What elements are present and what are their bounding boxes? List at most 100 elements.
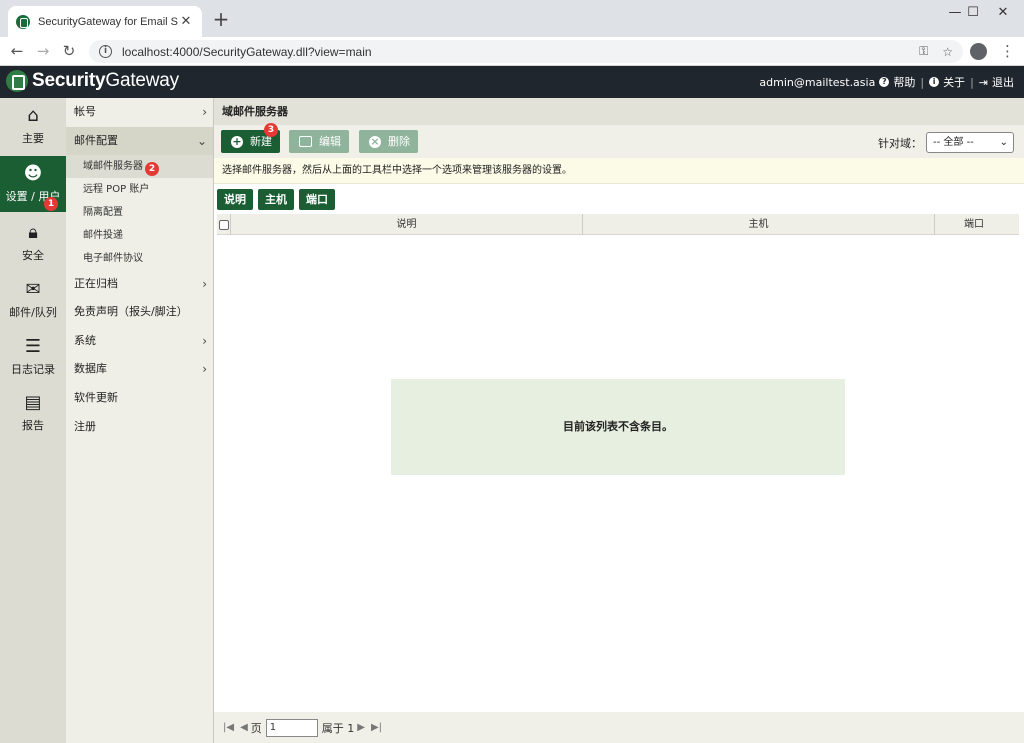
edit-icon <box>299 136 312 147</box>
reload-icon[interactable]: ↻ <box>58 42 80 62</box>
chevron-right-icon: › <box>202 334 207 348</box>
sidebar-item-label: 免责声明（报头/脚注） <box>74 305 188 318</box>
nav-security[interactable]: 🔒︎ 安全 <box>0 215 66 271</box>
prev-page-icon[interactable]: ◀ <box>240 722 248 733</box>
domain-filter: 针对域： -- 全部 -- ⌄ <box>878 132 1014 153</box>
domain-select[interactable]: -- 全部 -- ⌄ <box>926 132 1014 153</box>
nav-logging-label: 日志记录 <box>11 363 55 376</box>
chevron-right-icon: › <box>202 105 207 119</box>
report-icon: ▤ <box>24 392 42 413</box>
chevron-right-icon: › <box>202 277 207 291</box>
url-text: localhost:4000/SecurityGateway.dll?view=… <box>122 44 372 59</box>
col-toggle-port[interactable]: 端口 <box>299 189 335 210</box>
empty-list-message: 目前该列表不含条目。 <box>391 379 845 475</box>
app-header: SecurityGateway admin@mailtest.asia ? 帮助… <box>0 66 1024 98</box>
favicon-icon <box>16 14 30 29</box>
column-header-port[interactable]: 端口 <box>935 214 1013 235</box>
sidebar-item-mail-config[interactable]: 邮件配置 ⌄ <box>66 127 213 155</box>
sidebar-item-label: 系统 <box>74 334 96 347</box>
users-icon: ☻ <box>23 163 43 184</box>
sidebar-sub-quarantine[interactable]: 隔离配置 <box>66 201 213 224</box>
home-icon: ⌂ <box>27 105 39 126</box>
col-toggle-description[interactable]: 说明 <box>217 189 253 210</box>
nav-mail-queue[interactable]: ✉ 邮件/队列 <box>0 272 66 328</box>
pager: |◀ ◀ 页 1 属于 1 ▶ ▶| <box>214 712 1024 743</box>
sidebar-item-archiving[interactable]: 正在归档 › <box>66 270 213 298</box>
page-number-input[interactable]: 1 <box>265 718 318 737</box>
sidebar: 帐号 › 邮件配置 ⌄ 域邮件服务器 远程 POP 账户 隔离配置 邮件投递 电… <box>66 98 214 743</box>
key-icon[interactable]: ⚿ <box>919 44 928 59</box>
about-link[interactable]: 关于 <box>943 74 965 90</box>
sidebar-sub-remote-pop[interactable]: 远程 POP 账户 <box>66 178 213 201</box>
sidebar-item-accounts[interactable]: 帐号 › <box>66 98 213 126</box>
sidebar-item-register[interactable]: 注册 <box>66 413 213 441</box>
browser-menu-icon[interactable]: ⋮ <box>1000 42 1015 60</box>
pager-page-label: 页 <box>250 721 262 735</box>
edit-button[interactable]: 编辑 <box>289 130 349 153</box>
bookmark-star-icon[interactable]: ☆ <box>942 45 953 59</box>
last-page-icon[interactable]: ▶| <box>371 722 382 733</box>
app-logo[interactable]: SecurityGateway <box>6 70 179 92</box>
plus-circle-icon: + <box>231 134 243 148</box>
delete-button[interactable]: × 删除 <box>359 130 418 153</box>
user-email[interactable]: admin@mailtest.asia <box>759 76 875 89</box>
sidebar-item-label: 注册 <box>74 420 96 433</box>
url-field[interactable]: i localhost:4000/SecurityGateway.dll?vie… <box>89 40 963 63</box>
sidebar-item-database[interactable]: 数据库 › <box>66 355 213 383</box>
tab-title: SecurityGateway for Email Ser <box>38 15 178 28</box>
sidebar-sub-email-protocols[interactable]: 电子邮件协议 <box>66 247 213 270</box>
divider: | <box>920 75 925 89</box>
select-all-checkbox[interactable] <box>217 214 231 235</box>
sidebar-item-system[interactable]: 系统 › <box>66 327 213 355</box>
help-icon: ? <box>879 77 890 87</box>
main-panel: 域邮件服务器 + 新建 编辑 × 删除 针对域： -- 全部 -- ⌄ 选择邮件… <box>214 98 1024 743</box>
info-icon: i <box>929 77 940 87</box>
close-window-button[interactable]: ✕ <box>980 0 1024 28</box>
toolbar: + 新建 编辑 × 删除 针对域： -- 全部 -- ⌄ <box>214 125 1024 158</box>
forward-icon[interactable]: → <box>32 42 54 62</box>
sidebar-sub-label: 远程 POP 账户 <box>83 184 150 195</box>
browser-tab[interactable]: SecurityGateway for Email Ser ✕ <box>8 6 202 37</box>
sidebar-sub-label: 邮件投递 <box>83 230 123 241</box>
back-icon[interactable]: ← <box>6 42 28 62</box>
chevron-down-icon: ⌄ <box>999 137 1008 148</box>
column-toggle-bar: 说明 主机 端口 <box>217 189 335 210</box>
column-header-description[interactable]: 说明 <box>231 214 583 235</box>
profile-avatar[interactable] <box>970 43 987 60</box>
new-tab-button[interactable]: + <box>210 9 232 31</box>
page-title: 域邮件服务器 <box>214 98 1024 125</box>
next-page-icon[interactable]: ▶ <box>357 722 365 733</box>
delete-button-label: 删除 <box>388 135 410 148</box>
sidebar-item-label: 邮件配置 <box>74 134 118 147</box>
edit-button-label: 编辑 <box>319 135 341 148</box>
nav-reports[interactable]: ▤ 报告 <box>0 385 66 441</box>
nav-reports-label: 报告 <box>22 419 44 432</box>
step-badge-2: 2 <box>145 162 159 176</box>
brand-rest: Gateway <box>105 70 179 91</box>
help-link[interactable]: 帮助 <box>893 74 915 90</box>
sidebar-sub-label: 电子邮件协议 <box>83 253 143 264</box>
step-badge-3: 3 <box>264 123 278 137</box>
sidebar-item-updates[interactable]: 软件更新 <box>66 384 213 412</box>
sidebar-sub-label: 域邮件服务器 <box>83 161 143 172</box>
address-bar: ← → ↻ i localhost:4000/SecurityGateway.d… <box>0 37 1024 66</box>
sidebar-item-label: 帐号 <box>74 105 96 118</box>
column-header-host[interactable]: 主机 <box>583 214 935 235</box>
grid-header: 说明 主机 端口 <box>217 214 1019 235</box>
sidebar-sub-domain-mail-servers[interactable]: 域邮件服务器 <box>66 155 213 178</box>
brand-bold: Security <box>32 70 106 91</box>
first-page-icon[interactable]: |◀ <box>223 722 234 733</box>
nav-main-label: 主要 <box>22 132 44 145</box>
site-info-icon[interactable]: i <box>99 45 112 58</box>
domain-select-value: -- 全部 -- <box>933 137 974 148</box>
close-tab-icon[interactable]: ✕ <box>178 14 194 29</box>
sidebar-sub-delivery[interactable]: 邮件投递 <box>66 224 213 247</box>
nav-main[interactable]: ⌂ 主要 <box>0 98 66 154</box>
col-toggle-host[interactable]: 主机 <box>258 189 294 210</box>
sidebar-item-label: 正在归档 <box>74 277 118 290</box>
step-badge-1: 1 <box>44 197 58 211</box>
nav-logging[interactable]: ☰ 日志记录 <box>0 329 66 385</box>
sidebar-item-disclaimer[interactable]: 免责声明（报头/脚注） <box>66 298 213 326</box>
domain-filter-label: 针对域： <box>878 136 922 150</box>
logout-link[interactable]: 退出 <box>992 74 1014 90</box>
